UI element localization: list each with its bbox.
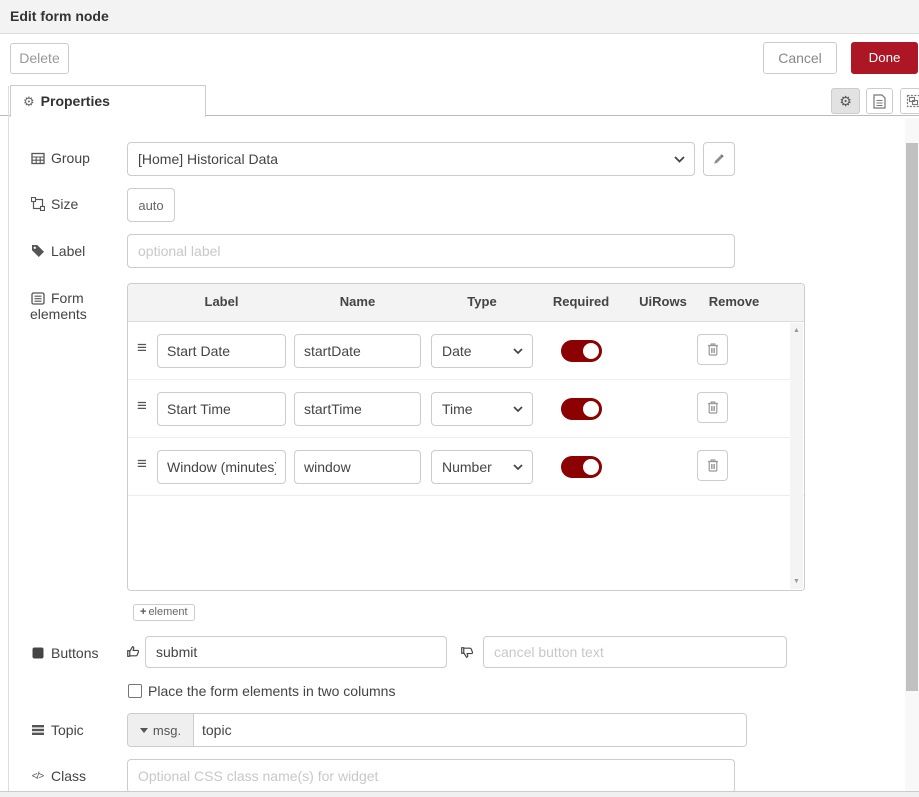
- document-icon: [873, 94, 886, 109]
- page-scrollbar-thumb[interactable]: [906, 143, 918, 691]
- scroll-down-icon[interactable]: ▼: [790, 578, 803, 585]
- thumbs-down-icon: [460, 645, 475, 660]
- dialog-title: Edit form node: [10, 8, 109, 24]
- dialog-bottom-edge: [0, 791, 919, 797]
- tasks-icon: [30, 724, 45, 736]
- element-type-select[interactable]: Date: [431, 334, 533, 368]
- topic-prefix-label: msg.: [153, 723, 181, 738]
- appearance-pane-button[interactable]: [900, 88, 919, 114]
- list-scrollbar[interactable]: ▲ ▼: [790, 323, 803, 589]
- scroll-up-icon[interactable]: ▲: [790, 327, 803, 334]
- tab-properties-label: Properties: [41, 93, 110, 109]
- trash-icon: [706, 458, 720, 473]
- tab-properties[interactable]: ⚙ Properties: [10, 85, 206, 117]
- column-header-uirows: UiRows: [628, 294, 698, 309]
- size-field-label: Size: [30, 196, 78, 212]
- column-header-label: Label: [157, 294, 286, 309]
- form-element-row: ≡ Date: [128, 322, 804, 380]
- column-header-type: Type: [431, 294, 533, 309]
- code-icon: </>: [30, 771, 45, 782]
- two-columns-checkbox-label: Place the form elements in two columns: [148, 683, 395, 699]
- delete-button[interactable]: Delete: [10, 43, 69, 74]
- object-size-icon: [30, 197, 45, 211]
- label-input[interactable]: [127, 234, 735, 268]
- chevron-down-icon: [513, 406, 523, 412]
- edit-group-button[interactable]: [703, 142, 735, 176]
- two-columns-checkbox[interactable]: [128, 684, 142, 698]
- chevron-down-icon: [674, 156, 685, 163]
- required-toggle[interactable]: [561, 456, 602, 478]
- gear-icon: ⚙: [839, 93, 852, 110]
- cancel-button[interactable]: Cancel: [763, 42, 837, 74]
- remove-element-button[interactable]: [697, 334, 728, 365]
- trash-icon: [706, 400, 720, 415]
- form-element-row: ≡ Time: [128, 380, 804, 438]
- group-select-value: [Home] Historical Data: [138, 151, 278, 167]
- label-field-label: Label: [30, 243, 85, 259]
- drag-handle-icon[interactable]: ≡: [137, 454, 147, 474]
- page-scrollbar[interactable]: [905, 118, 919, 797]
- size-button[interactable]: auto: [127, 188, 175, 222]
- table-icon: [30, 152, 45, 165]
- column-header-required: Required: [548, 294, 614, 309]
- object-group-icon: [906, 94, 919, 108]
- caret-down-icon: [140, 728, 148, 733]
- description-pane-button[interactable]: [866, 88, 893, 114]
- element-label-input[interactable]: [157, 392, 286, 426]
- chevron-down-icon: [513, 348, 523, 354]
- dialog-header: Edit form node: [0, 0, 919, 34]
- drag-handle-icon[interactable]: ≡: [137, 396, 147, 416]
- form-elements-list: ≡ Date ≡ Time: [128, 322, 804, 590]
- cancel-button-text-input[interactable]: [483, 636, 787, 668]
- buttons-field-label: Buttons: [30, 645, 98, 661]
- column-header-name: Name: [294, 294, 421, 309]
- class-input[interactable]: [127, 759, 735, 793]
- required-toggle[interactable]: [561, 340, 602, 362]
- trash-icon: [706, 342, 720, 357]
- list-icon: [30, 292, 45, 305]
- form-elements-table: Label Name Type Required UiRows Remove ≡…: [127, 283, 805, 591]
- pencil-icon: [712, 152, 726, 166]
- form-element-row: ≡ Number: [128, 438, 804, 496]
- thumbs-up-icon: [126, 644, 141, 659]
- topic-field-label: Topic: [30, 722, 84, 738]
- gear-icon: ⚙: [23, 94, 35, 109]
- class-field-label: </> Class: [30, 768, 86, 784]
- submit-button-text-input[interactable]: [145, 636, 447, 668]
- group-select[interactable]: [Home] Historical Data: [127, 142, 695, 176]
- remove-element-button[interactable]: [697, 392, 728, 423]
- topic-typed-input: msg.: [127, 713, 747, 747]
- element-name-input[interactable]: [294, 334, 421, 368]
- drag-handle-icon[interactable]: ≡: [137, 338, 147, 358]
- square-icon: [30, 647, 45, 659]
- topic-input[interactable]: [194, 714, 746, 746]
- required-toggle[interactable]: [561, 398, 602, 420]
- remove-element-button[interactable]: [697, 450, 728, 481]
- element-name-input[interactable]: [294, 450, 421, 484]
- element-type-select[interactable]: Number: [431, 450, 533, 484]
- form-elements-table-header: Label Name Type Required UiRows Remove: [128, 284, 804, 322]
- element-label-input[interactable]: [157, 334, 286, 368]
- element-name-input[interactable]: [294, 392, 421, 426]
- edit-form-node-dialog: Edit form node Delete Cancel Done ⚙ Prope…: [0, 0, 919, 797]
- add-element-button[interactable]: +element: [133, 604, 195, 621]
- panel-edge-divider: [8, 86, 9, 797]
- form-elements-field-label: Formelements: [30, 290, 87, 322]
- chevron-down-icon: [513, 464, 523, 470]
- topic-type-button[interactable]: msg.: [128, 714, 194, 746]
- element-type-select[interactable]: Time: [431, 392, 533, 426]
- properties-pane-button[interactable]: ⚙: [831, 88, 860, 114]
- tag-icon: [30, 244, 45, 258]
- column-header-remove: Remove: [701, 294, 767, 309]
- group-field-label: Group: [30, 150, 90, 166]
- element-label-input[interactable]: [157, 450, 286, 484]
- done-button[interactable]: Done: [851, 42, 918, 74]
